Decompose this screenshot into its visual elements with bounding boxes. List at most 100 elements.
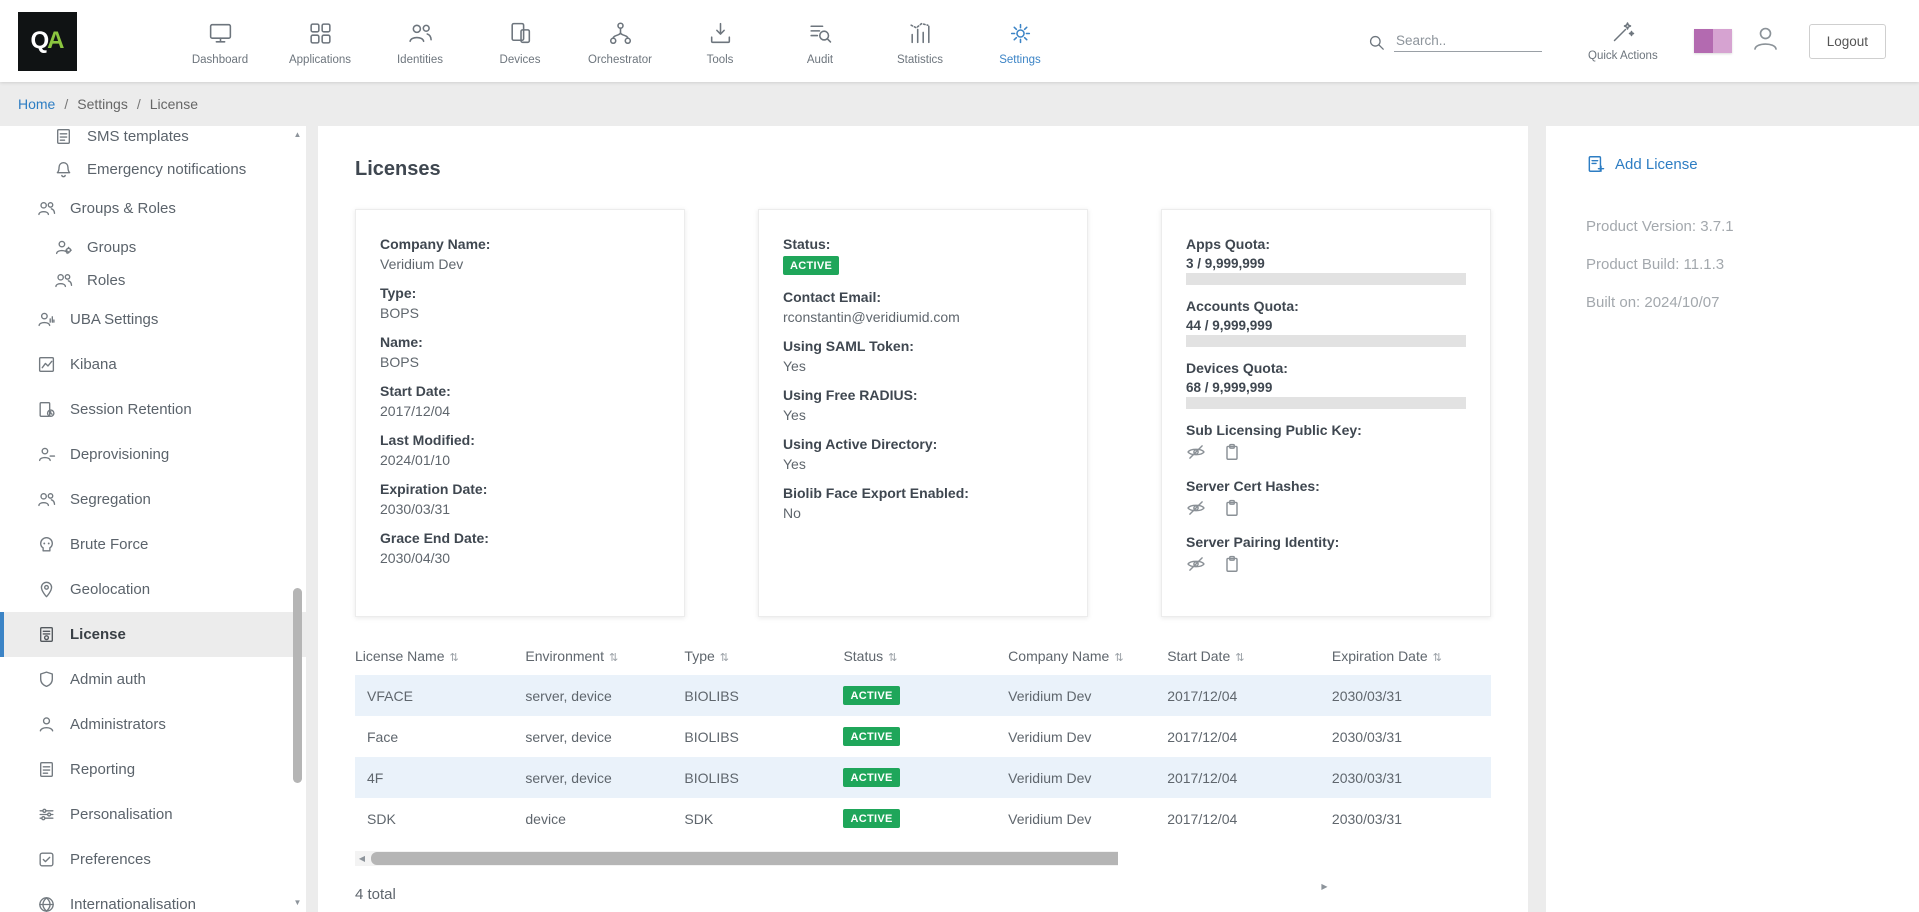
cell-license-name: 4F <box>355 757 525 798</box>
sidebar-item-brute-force[interactable]: Brute Force <box>0 522 306 567</box>
sort-icon[interactable] <box>1235 652 1244 664</box>
quick-actions-button[interactable]: Quick Actions <box>1588 20 1658 62</box>
column-header-start-date[interactable]: Start Date <box>1167 637 1332 675</box>
nav-item-applications[interactable]: Applications <box>270 16 370 66</box>
sort-icon[interactable] <box>888 652 897 664</box>
sidebar-item-personalisation[interactable]: Personalisation <box>0 792 306 837</box>
sidebar-item-preferences[interactable]: Preferences <box>0 837 306 882</box>
sidebar-item-internationalisation[interactable]: Internationalisation <box>0 882 306 912</box>
search-icon[interactable] <box>1367 33 1386 52</box>
sidebar-item-sms-templates[interactable]: SMS templates <box>0 126 306 153</box>
cell-expiration-date: 2030/03/31 <box>1332 716 1491 757</box>
sidebar-item-uba-settings[interactable]: UBA Settings <box>0 297 306 342</box>
search-input[interactable] <box>1394 30 1542 52</box>
built-on: Built on: 2024/10/07 <box>1586 294 1919 311</box>
sidebar-item-emergency-notifications[interactable]: Emergency notifications <box>0 153 306 186</box>
sidebar-item-admin-auth[interactable]: Admin auth <box>0 657 306 702</box>
scroll-up-arrow[interactable] <box>291 128 304 142</box>
sort-icon[interactable] <box>1114 652 1123 664</box>
cell-company-name: Veridium Dev <box>1008 757 1167 798</box>
shield-icon <box>37 670 56 689</box>
nav-item-audit[interactable]: Audit <box>770 16 870 66</box>
column-header-expiration-date[interactable]: Expiration Date <box>1332 637 1491 675</box>
field-label: Using Free RADIUS: <box>783 387 1063 403</box>
table-row[interactable]: SDK device SDK ACTIVE Veridium Dev 2017/… <box>355 798 1491 839</box>
license-info-card: Company Name: Veridium Dev Type: BOPS Na… <box>355 209 685 617</box>
sort-icon[interactable] <box>450 652 459 664</box>
sidebar-scrollbar-thumb[interactable] <box>293 588 302 783</box>
admin-user-icon <box>37 715 56 734</box>
user-avatar[interactable] <box>1750 23 1781 59</box>
table-row[interactable]: VFACE server, device BIOLIBS ACTIVE Veri… <box>355 675 1491 716</box>
cell-start-date: 2017/12/04 <box>1167 716 1332 757</box>
quota-progress-bar <box>1186 273 1466 285</box>
sort-icon[interactable] <box>720 652 729 664</box>
field-label: Contact Email: <box>783 289 1063 305</box>
eye-off-icon[interactable] <box>1186 554 1206 574</box>
nav-item-statistics[interactable]: Statistics <box>870 16 970 66</box>
tools-icon <box>707 20 734 47</box>
nav-item-identities[interactable]: Identities <box>370 16 470 66</box>
column-header-license-name[interactable]: License Name <box>355 637 525 675</box>
breadcrumb-home[interactable]: Home <box>18 96 55 112</box>
nav-item-dashboard[interactable]: Dashboard <box>170 16 270 66</box>
skull-icon <box>37 535 56 554</box>
status-badge: ACTIVE <box>843 727 899 746</box>
sidebar-item-deprovisioning[interactable]: Deprovisioning <box>0 432 306 477</box>
add-license-button[interactable]: Add License <box>1586 154 1919 174</box>
logout-button[interactable]: Logout <box>1809 24 1886 59</box>
table-row[interactable]: Face server, device BIOLIBS ACTIVE Verid… <box>355 716 1491 757</box>
wand-icon <box>1611 20 1635 44</box>
licenses-table: License Name Environment Type Status Com… <box>355 637 1491 839</box>
copy-icon[interactable] <box>1222 498 1242 518</box>
swatch-color-secondary <box>1713 29 1732 53</box>
sidebar-item-geolocation[interactable]: Geolocation <box>0 567 306 612</box>
sidebar-item-kibana[interactable]: Kibana <box>0 342 306 387</box>
product-version: Product Version: 3.7.1 <box>1586 218 1919 235</box>
field-label: Type: <box>380 285 660 301</box>
sort-icon[interactable] <box>1433 652 1442 664</box>
field-value: 2030/04/30 <box>380 550 660 566</box>
quota-value: 68 / 9,999,999 <box>1186 380 1466 395</box>
field-label: Biolib Face Export Enabled: <box>783 485 1063 501</box>
sidebar-item-segregation[interactable]: Segregation <box>0 477 306 522</box>
column-header-environment[interactable]: Environment <box>525 637 684 675</box>
sidebar-item-reporting[interactable]: Reporting <box>0 747 306 792</box>
table-row[interactable]: 4F server, device BIOLIBS ACTIVE Veridiu… <box>355 757 1491 798</box>
copy-icon[interactable] <box>1222 554 1242 574</box>
sidebar-item-session-retention[interactable]: Session Retention <box>0 387 306 432</box>
licenses-panel: Licenses Company Name: Veridium Dev Type… <box>318 126 1528 912</box>
sidebar-list: SMS templates Emergency notifications Gr… <box>0 126 306 912</box>
horizontal-scrollbar-thumb[interactable] <box>371 852 1178 865</box>
breadcrumb-license: License <box>150 96 198 112</box>
sort-icon[interactable] <box>609 652 618 664</box>
nav-item-orchestrator[interactable]: Orchestrator <box>570 16 670 66</box>
sidebar-item-administrators[interactable]: Administrators <box>0 702 306 747</box>
eye-off-icon[interactable] <box>1186 442 1206 462</box>
cell-type: SDK <box>684 798 843 839</box>
column-header-status[interactable]: Status <box>843 637 1008 675</box>
sidebar-item-license[interactable]: License <box>0 612 306 657</box>
people-gear-icon <box>54 238 73 257</box>
sidebar-item-roles[interactable]: Roles <box>0 264 306 297</box>
copy-icon[interactable] <box>1222 442 1242 462</box>
scroll-down-arrow[interactable] <box>291 896 304 910</box>
nav-item-tools[interactable]: Tools <box>670 16 770 66</box>
page-title: Licenses <box>355 158 1491 181</box>
nav-item-settings[interactable]: Settings <box>970 16 1070 66</box>
cell-start-date: 2017/12/04 <box>1167 798 1332 839</box>
nav-item-devices[interactable]: Devices <box>470 16 570 66</box>
eye-off-icon[interactable] <box>1186 498 1206 518</box>
breadcrumb-settings[interactable]: Settings <box>77 96 128 112</box>
scroll-left-arrow[interactable] <box>355 851 369 866</box>
theme-color-swatch[interactable] <box>1694 29 1732 53</box>
cell-company-name: Veridium Dev <box>1008 798 1167 839</box>
breadcrumb-separator <box>137 96 141 112</box>
app-logo[interactable]: QA <box>18 12 77 71</box>
column-header-type[interactable]: Type <box>684 637 843 675</box>
scroll-right-arrow[interactable] <box>1118 851 1491 879</box>
sidebar-item-groups[interactable]: Groups <box>0 231 306 264</box>
quota-value: 44 / 9,999,999 <box>1186 318 1466 333</box>
sidebar-item-groups-roles[interactable]: Groups & Roles <box>0 186 306 231</box>
column-header-company-name[interactable]: Company Name <box>1008 637 1167 675</box>
